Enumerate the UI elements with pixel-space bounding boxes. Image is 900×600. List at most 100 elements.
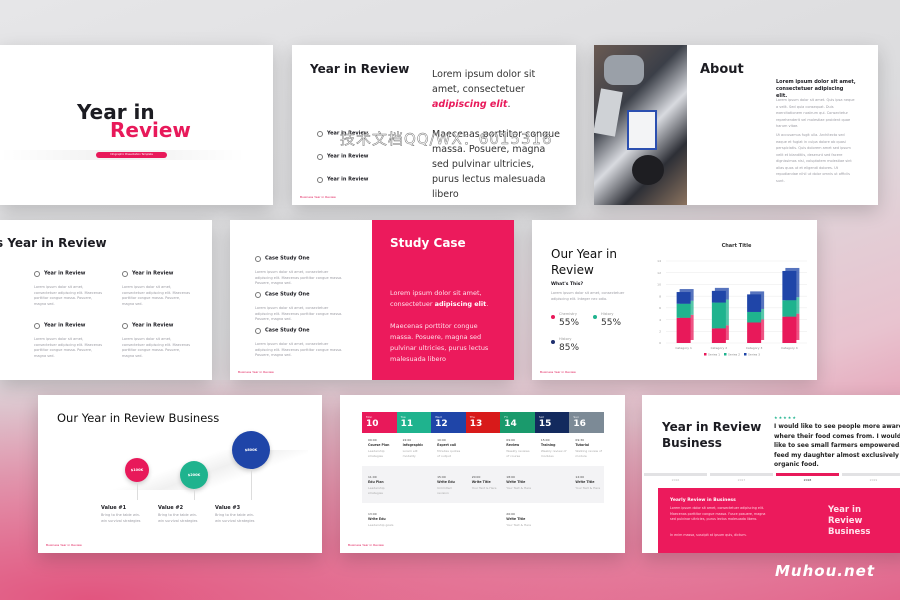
y-tick-label: 2 (659, 329, 661, 333)
calendar-event[interactable]: 13:00 Write Edu Leadership goals (368, 512, 395, 528)
circle-icon (317, 176, 323, 183)
slide-study-case[interactable]: Case Study One Lorem ipsum dolor sit amet… (230, 220, 514, 380)
day-header[interactable]: Wed 12 (431, 412, 466, 433)
value-circle: $200K (180, 461, 208, 489)
connector-line (251, 469, 252, 500)
bar-category-2-series-1 (711, 328, 726, 343)
value-circle: $100K (125, 458, 149, 482)
bar-category-2-series-2 (711, 302, 726, 329)
slide-footer: Business Year in Review (300, 195, 336, 199)
check-circle-icon (122, 322, 128, 329)
bar-category-1-series-3 (676, 292, 691, 304)
bar-category-1-series-2 (676, 303, 691, 318)
stacked-bar-chart: Chart Title 0 2 4 6 8 10 12 14 Category 1 Category… (657, 243, 807, 356)
calendar-event[interactable]: 09:00 Review Weekly reviews of course (506, 438, 533, 458)
timeline-year[interactable]: 2019 (842, 473, 900, 482)
value-label: Value #3 (215, 505, 241, 511)
slide-heading: s Year in Review (0, 236, 107, 250)
day-header[interactable]: Fri 14 (500, 412, 535, 433)
calendar-event[interactable]: 15:00 Write Edu Unlimited revision (437, 475, 464, 495)
y-tick-label: 4 (659, 318, 661, 322)
list-item: Year in Review (317, 169, 368, 192)
card: Year in Review Lorem ipsum dolor sit amet… (122, 315, 192, 359)
bar-category-4-series-1 (782, 316, 797, 343)
bar-category-4-series-3 (782, 270, 797, 301)
calendar-event[interactable]: 10:00 Expert call Minutes quotes of output (437, 438, 464, 458)
legend-swatch (704, 353, 707, 356)
card-title: Year in Review (122, 315, 192, 334)
day-header[interactable]: Mon 10 (362, 412, 397, 433)
slide-testimonial[interactable]: Year in Review Business ★★★★★ I would li… (642, 395, 900, 553)
calendar-event[interactable]: 20:00 Write Title Your Text & Here (472, 475, 499, 491)
y-tick-label: 6 (659, 306, 661, 310)
legend-label: Series 1 (708, 352, 720, 356)
calendar-event[interactable]: 11:00 Edu Plan Leadership strategies (368, 475, 395, 495)
case-item: Case Study One Lorem ipsum dolor sit amet… (255, 291, 343, 321)
dot-icon (593, 315, 597, 319)
card-title: Year in Review (122, 263, 192, 282)
legend-label: Series 2 (728, 352, 740, 356)
day-header[interactable]: Sun 16 (569, 412, 604, 433)
y-tick-label: 8 (659, 294, 661, 298)
paragraph: Lorem ipsum dolor sit amet. Quis ipsa ne… (776, 98, 855, 128)
box-heading: Year in Review Business (828, 505, 871, 537)
check-circle-icon (122, 270, 128, 277)
x-tick-label: Category 1 (675, 346, 692, 350)
quote-text: I would like to see people more aware of… (774, 423, 900, 468)
slide-title[interactable]: Year in Review Infographic Presentation … (0, 45, 273, 205)
legend-swatch (744, 353, 747, 356)
calendar-event[interactable]: 20:00 Write Title Your Text & Here (506, 512, 533, 528)
dot-icon (551, 315, 555, 319)
value-text: Bring to the table win-win survival stra… (215, 513, 255, 523)
slide-footer: Business Year in Review (348, 543, 384, 547)
day-header[interactable]: Tue 11 (396, 412, 432, 433)
timeline-bar (644, 473, 707, 476)
calendar-event[interactable]: 18:00 Write Title Your Text & Here (506, 475, 533, 491)
timeline-year[interactable]: 2016 (644, 473, 707, 482)
box-text: Lorem ipsum dolor sit amet, consectetuer… (670, 506, 766, 521)
pink-panel: Study Case Lorem ipsum dolor sit amet, c… (372, 220, 514, 380)
calendar-event[interactable]: 09:30 Tutorial Walking review of module (575, 438, 602, 458)
watermark-text: 技术文档QQ/WX：6015316 (340, 130, 553, 149)
panel-heading: Study Case (390, 236, 466, 250)
bar-category-3-series-2 (747, 311, 762, 323)
value-circle: $800K (232, 431, 270, 469)
slide-cards[interactable]: s Year in Review Year in Review Lorem ips… (0, 220, 212, 380)
box-title: Yearly Review in Business (670, 498, 736, 503)
calendar-event[interactable]: 15:00 Training Weekly review of modules (541, 438, 568, 458)
bar-category-4-series-2 (782, 300, 797, 317)
slide-year-in-review[interactable]: Year in Review Year in Review Year in Re… (292, 45, 576, 205)
circle-icon (255, 327, 261, 334)
day-header[interactable]: Thu 13 (465, 412, 501, 433)
slide-values[interactable]: Our Year in Review Business $100K Value #… (38, 395, 322, 553)
value-text: Bring to the table win-win survival stra… (101, 513, 141, 523)
bar-category-2-series-3 (711, 290, 726, 303)
card-title: Year in Review (34, 263, 104, 282)
legend-swatch (724, 353, 727, 356)
bar-category-1-series-1 (676, 317, 691, 343)
calendar-event[interactable]: 22:00 Infographic Lorem elit modality (403, 438, 430, 458)
timeline-bar (776, 473, 839, 476)
value-label: Value #2 (158, 505, 184, 511)
rating-stars: ★★★★★ (774, 415, 797, 420)
calendar-event[interactable]: 12:00 Write Title Your Text & Here (575, 475, 602, 491)
check-circle-icon (34, 270, 40, 277)
slide-schedule[interactable]: Mon 10 Tue 11 Wed 12 Thu 13 Fri 14 Sat 15 Sun 16 09:00… (340, 395, 625, 553)
timeline-bar (710, 473, 773, 476)
slide-heading: Year in Review Business (662, 420, 762, 450)
slide-heading: Our Year in Review (551, 247, 617, 277)
timeline-year[interactable]: 2017 (710, 473, 773, 482)
title-line2: Review (110, 118, 191, 142)
circle-icon (255, 291, 261, 298)
timeline-year[interactable]: 2018 (776, 473, 839, 482)
card: Year in Review Lorem ipsum dolor sit amet… (34, 263, 104, 307)
box-note: In enim massa, suscipit at ipsum quis, d… (670, 533, 747, 537)
day-header[interactable]: Sat 15 (534, 412, 570, 433)
case-item: Case Study One Lorem ipsum dolor sit amet… (255, 327, 343, 357)
timeline-bar (842, 473, 900, 476)
lead-text: Lorem ipsum dolor sit amet, consectetuer… (432, 69, 536, 110)
slide-chart[interactable]: Our Year in Review What's This? Lorem ip… (532, 220, 817, 380)
y-tick-label: 0 (659, 341, 661, 345)
calendar-event[interactable]: 09:00 Course Plan Leadership strategies (368, 438, 395, 458)
slide-about[interactable]: About Lorem ipsum dolor sit amet, consec… (594, 45, 878, 205)
